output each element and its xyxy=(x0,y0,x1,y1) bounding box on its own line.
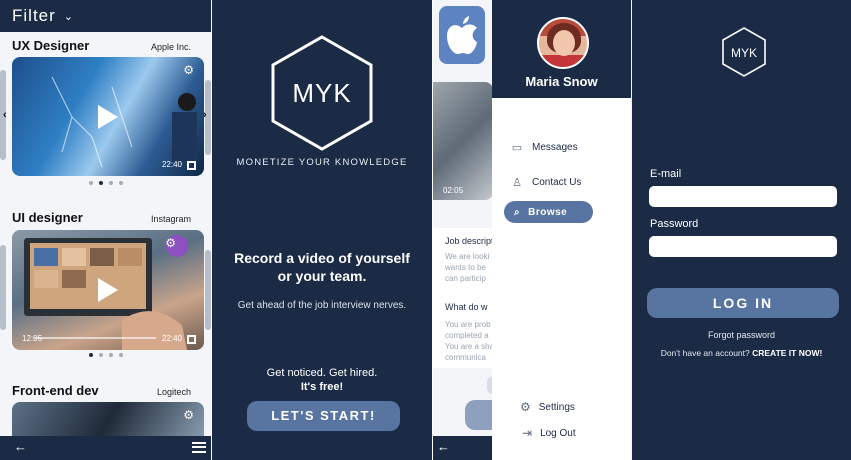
notice-free: It's free! xyxy=(300,381,344,393)
video-time: 02:05 xyxy=(443,186,464,195)
video-thumbnail[interactable]: ⚙ 22:40 xyxy=(12,57,204,176)
bottom-bar: ← xyxy=(433,436,493,460)
gear-icon: ⚙ xyxy=(520,400,531,414)
job-title: UI designer xyxy=(12,210,83,225)
navigation-drawer: Maria Snow ▭ Messages ♙ Contact Us ⌕ Bro… xyxy=(492,0,631,460)
chevron-down-icon[interactable]: ⌄ xyxy=(64,10,73,23)
carousel-dots[interactable] xyxy=(0,181,211,185)
gear-icon[interactable]: ⚙ xyxy=(165,236,176,250)
job-list-screen: Filter ⌄ ‹ › UX Designer Apple Inc. ⚙ 22… xyxy=(0,0,211,460)
carousel-dots[interactable] xyxy=(0,353,211,357)
job-company: Instagram xyxy=(150,214,191,224)
prev-card-peek xyxy=(0,245,6,330)
apple-logo-icon xyxy=(447,16,477,54)
menu-item-label: Browse xyxy=(528,206,568,218)
video-duration: 22:40 xyxy=(161,160,182,169)
hamburger-menu-icon[interactable] xyxy=(192,442,206,453)
email-field[interactable] xyxy=(649,186,837,207)
gear-icon[interactable]: ⚙ xyxy=(183,408,194,422)
notice-text: Get noticed. Get hired. xyxy=(266,367,378,379)
section-text: You are prob xyxy=(445,320,491,329)
filter-header[interactable]: Filter ⌄ xyxy=(0,0,211,32)
video-duration: 22:40 xyxy=(161,334,182,343)
email-label: E-mail xyxy=(650,168,682,180)
password-label: Password xyxy=(650,218,699,230)
signup-prompt: Don't have an account? CREATE IT NOW! xyxy=(632,348,851,358)
back-arrow-icon[interactable]: ← xyxy=(14,439,27,454)
myk-logo: MYK xyxy=(271,35,373,151)
headline-line-2: or your team. xyxy=(277,268,367,284)
drawer-header: Maria Snow xyxy=(492,0,631,98)
headline: Record a video of yourself or your team. xyxy=(212,249,432,285)
splash-screen: MYK MONETIZE YOUR KNOWLEDGE Record a vid… xyxy=(212,0,432,460)
section-text: We are looki xyxy=(445,252,490,261)
menu-item-messages[interactable]: ▭ Messages xyxy=(510,141,578,154)
menu-item-settings[interactable]: ⚙ Settings xyxy=(520,400,575,414)
menu-item-contact[interactable]: ♙ Contact Us xyxy=(510,176,581,189)
bottom-bar: ← xyxy=(0,436,211,460)
avatar-face xyxy=(553,30,575,56)
logout-icon: ⇥ xyxy=(522,426,533,440)
login-button[interactable]: LOG IN xyxy=(647,288,839,318)
filter-title[interactable]: Filter xyxy=(12,6,56,26)
gear-icon[interactable]: ⚙ xyxy=(183,63,194,77)
job-title: Front-end dev xyxy=(12,383,99,398)
create-account-link[interactable]: CREATE IT NOW! xyxy=(752,348,822,358)
myk-logo: MYK xyxy=(722,27,766,77)
next-card-peek xyxy=(205,250,211,330)
menu-item-label: Contact Us xyxy=(532,177,582,188)
section-heading: Job descript xyxy=(445,236,494,246)
play-icon[interactable] xyxy=(98,278,118,302)
avatar[interactable] xyxy=(537,17,589,69)
message-icon: ▭ xyxy=(511,142,523,154)
menu-item-label: Log Out xyxy=(540,427,576,439)
section-text: communica xyxy=(445,353,486,362)
user-icon: ♙ xyxy=(512,177,522,189)
play-icon[interactable] xyxy=(98,104,118,129)
menu-item-label: Messages xyxy=(532,142,578,153)
login-screen: MYK E-mail Password LOG IN Forgot passwo… xyxy=(632,0,851,460)
logo-text: MYK xyxy=(292,78,351,108)
video-thumbnail[interactable]: 02:05 xyxy=(433,82,493,200)
search-icon: ⌕ xyxy=(514,206,521,218)
company-banner xyxy=(439,6,485,64)
menu-item-browse[interactable]: ⌕ Browse xyxy=(504,201,593,223)
menu-item-logout[interactable]: ⇥ Log Out xyxy=(522,426,576,440)
forgot-password-link[interactable]: Forgot password xyxy=(632,330,851,340)
user-name: Maria Snow xyxy=(525,74,598,89)
section-text: completed a xyxy=(445,331,489,340)
password-field[interactable] xyxy=(649,236,837,257)
video-progress-bar[interactable] xyxy=(34,337,156,339)
job-company: Logitech xyxy=(156,387,191,397)
description-card: Job descript We are looki wants to be ca… xyxy=(433,228,495,368)
back-arrow-icon[interactable]: ← xyxy=(437,439,450,454)
tagline: MONETIZE YOUR KNOWLEDGE xyxy=(236,157,408,168)
notice: Get noticed. Get hired. It's free! xyxy=(212,366,432,394)
job-title: UX Designer xyxy=(12,38,90,53)
section-heading: What do w xyxy=(445,302,488,312)
headline-line-1: Record a video of yourself xyxy=(234,250,410,266)
menu-item-label: Settings xyxy=(538,401,575,413)
job-company: Apple Inc. xyxy=(150,42,191,52)
section-text: wants to be xyxy=(445,263,486,272)
subtext: Get ahead of the job interview nerves. xyxy=(237,300,407,311)
lets-start-button[interactable]: LET'S START! xyxy=(247,401,400,431)
video-thumbnail[interactable]: ⚙ 12:05 22:40 xyxy=(12,230,204,350)
logo-text: MYK xyxy=(731,46,757,60)
section-text: can particip xyxy=(445,274,486,283)
no-account-text: Don't have an account? xyxy=(660,348,750,358)
fullscreen-icon[interactable] xyxy=(187,335,196,344)
section-text: You are a sha xyxy=(445,342,495,351)
chevron-left-icon[interactable]: ‹ xyxy=(3,109,7,121)
fullscreen-icon[interactable] xyxy=(187,161,196,170)
